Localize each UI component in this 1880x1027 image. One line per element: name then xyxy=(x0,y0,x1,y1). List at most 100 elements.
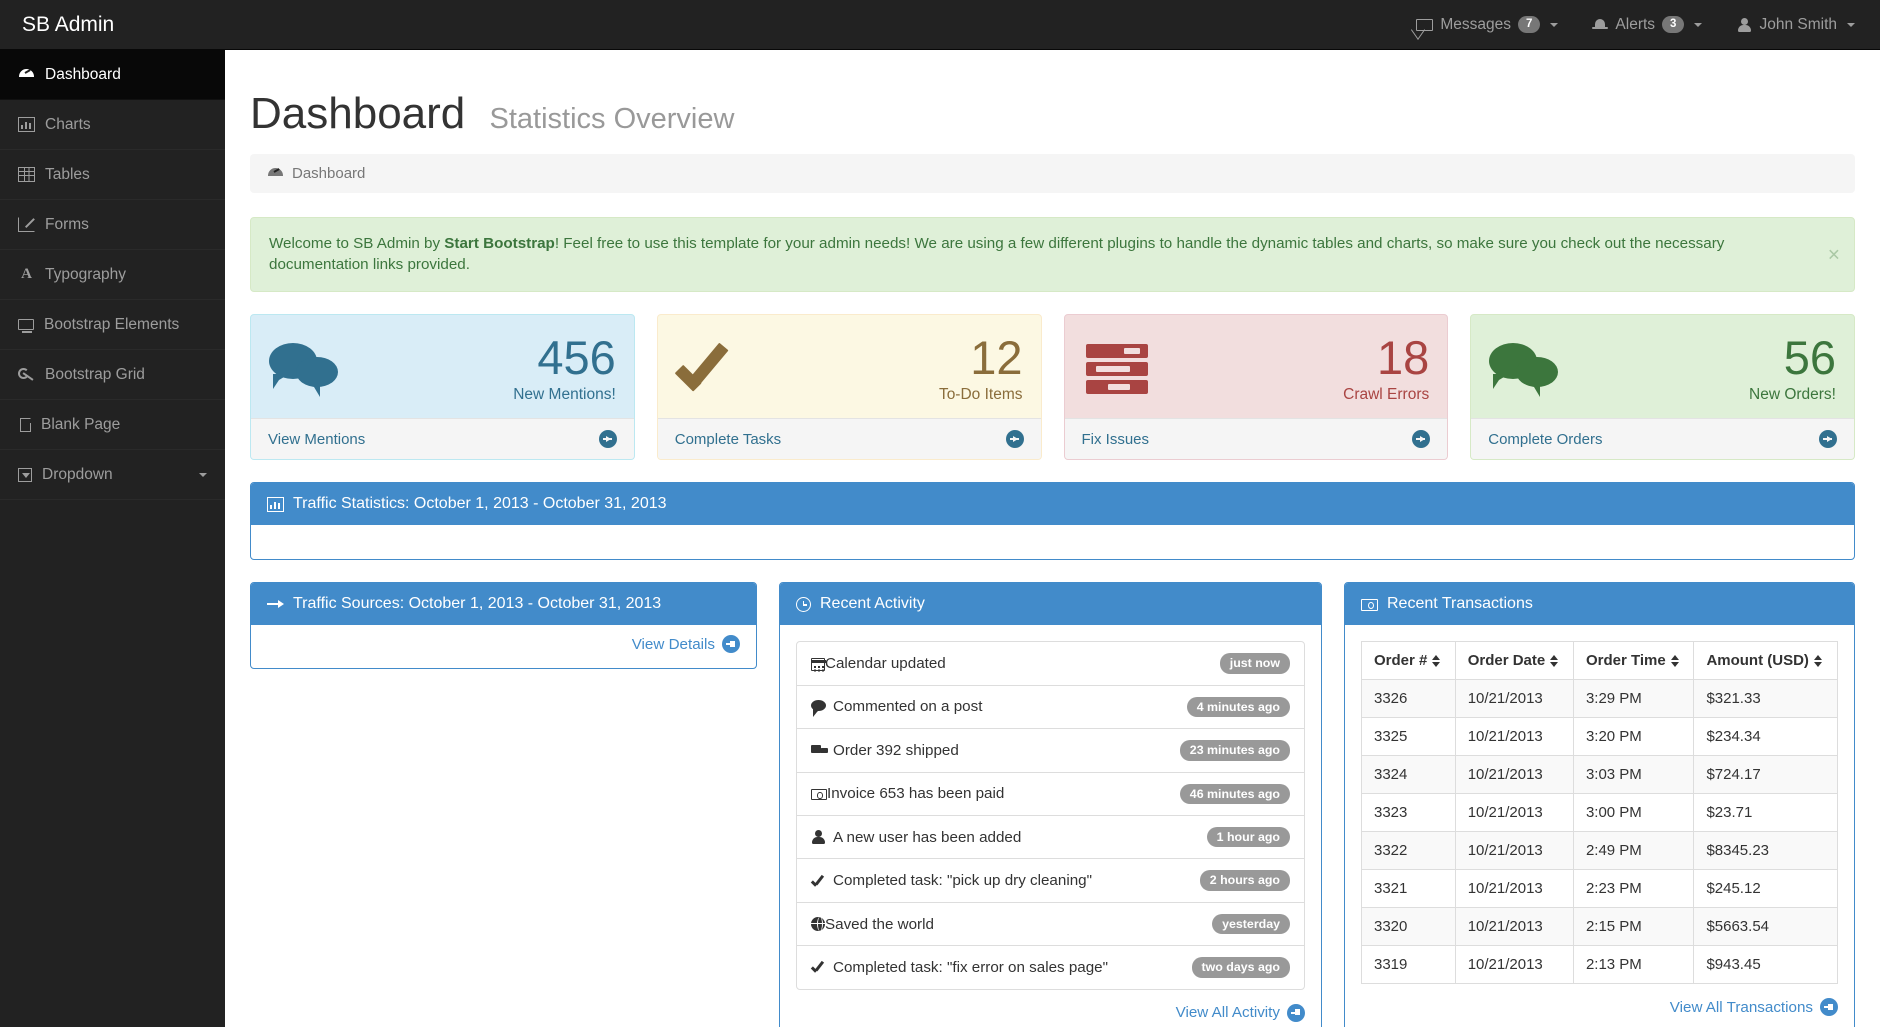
brand-link[interactable]: SB Admin xyxy=(0,0,134,50)
sidebar-item-label: Tables xyxy=(45,165,90,183)
activity-list-item[interactable]: Commented on a post 4 minutes ago xyxy=(797,686,1304,730)
activity-time-badge: 46 minutes ago xyxy=(1179,783,1290,804)
traffic-statistics-header: Traffic Statistics: October 1, 2013 - Oc… xyxy=(251,483,1854,526)
stat-value: 18 xyxy=(1376,331,1430,385)
sidebar-item-tables[interactable]: Tables xyxy=(0,150,225,200)
activity-list-item[interactable]: Completed task: "pick up dry cleaning" 2 … xyxy=(797,859,1304,903)
table-cell: 10/21/2013 xyxy=(1454,755,1574,795)
stat-footer-label: Complete Orders xyxy=(1488,430,1603,448)
sidebar-item-typography[interactable]: A Typography xyxy=(0,250,225,300)
caret-square-down-icon xyxy=(18,467,32,482)
activity-list-item[interactable]: Order 392 shipped 23 minutes ago xyxy=(797,729,1304,773)
view-all-activity-link[interactable]: View All Activity xyxy=(1175,1003,1305,1022)
alerts-label: Alerts xyxy=(1615,15,1656,33)
close-icon[interactable]: × xyxy=(1828,244,1840,265)
table-cell: 2:49 PM xyxy=(1572,831,1695,871)
stat-footer-label: Complete Tasks xyxy=(674,430,782,448)
activity-time-badge: 23 minutes ago xyxy=(1179,740,1290,761)
table-column-header[interactable]: Order Date xyxy=(1454,641,1574,681)
pencil-square-icon xyxy=(18,217,35,232)
stat-panel-footer-link[interactable]: Complete Tasks xyxy=(657,418,1041,460)
traffic-sources-header: Traffic Sources: October 1, 2013 - Octob… xyxy=(251,583,756,626)
table-column-header[interactable]: Order Time xyxy=(1572,641,1695,681)
table-cell: $8345.23 xyxy=(1693,831,1838,871)
breadcrumb: Dashboard xyxy=(250,154,1855,193)
activity-list-item[interactable]: Saved the world yesterday xyxy=(797,903,1304,947)
sidebar-item-label: Bootstrap Grid xyxy=(45,365,145,383)
activity-list-item[interactable]: A new user has been added 1 hour ago xyxy=(797,816,1304,860)
sidebar: Dashboard Charts Tables Forms A Typography Boo… xyxy=(0,50,225,1027)
stat-value: 456 xyxy=(537,331,616,385)
sidebar-item-dashboard[interactable]: Dashboard xyxy=(0,50,225,100)
activity-time-badge: 2 hours ago xyxy=(1199,870,1290,891)
activity-text: Calendar updated xyxy=(825,655,946,673)
alerts-dropdown[interactable]: Alerts 3 xyxy=(1575,0,1719,50)
stat-panel-icon-wrap xyxy=(269,341,359,397)
traffic-statistics-chart-area xyxy=(251,525,1854,559)
traffic-sources-title: Traffic Sources: October 1, 2013 - Octob… xyxy=(293,595,662,613)
stat-value: 56 xyxy=(1783,331,1836,385)
stat-panel-to-do-items[interactable]: 12 To-Do Items Complete Tasks xyxy=(656,314,1042,461)
recent-activity-header: Recent Activity xyxy=(780,583,1321,626)
stat-panel-new-orders[interactable]: 56 New Orders! Complete Orders xyxy=(1470,314,1855,461)
activity-time-badge: 4 minutes ago xyxy=(1186,696,1290,718)
stat-panels-row: 456 New Mentions! View Mentions 12 To-Do Ite… xyxy=(250,314,1855,461)
table-row: 3321 10/21/2013 2:23 PM $245.12 xyxy=(1361,869,1838,909)
activity-list-item[interactable]: Completed task: "fix error on sales page… xyxy=(797,946,1304,988)
stat-panel-new-mentions[interactable]: 456 New Mentions! View Mentions xyxy=(250,314,635,461)
table-cell: 3325 xyxy=(1361,717,1456,757)
sidebar-item-bootstrap-grid[interactable]: Bootstrap Grid xyxy=(0,350,225,400)
stat-panel-crawl-errors[interactable]: 18 Crawl Errors Fix Issues xyxy=(1063,314,1449,461)
activity-list-item[interactable]: Calendar updated just now xyxy=(797,642,1304,686)
table-cell: 10/21/2013 xyxy=(1454,717,1574,757)
recent-activity-panel: Recent Activity Calendar updated just now… xyxy=(779,582,1322,1027)
sidebar-item-label: Bootstrap Elements xyxy=(44,315,180,333)
table-cell: $724.17 xyxy=(1693,755,1838,795)
user-dropdown[interactable]: John Smith xyxy=(1719,0,1872,50)
bottom-row: Traffic Sources: October 1, 2013 - Octob… xyxy=(250,582,1855,1027)
sidebar-item-blank-page[interactable]: Blank Page xyxy=(0,400,225,450)
stat-panel-footer-link[interactable]: Fix Issues xyxy=(1064,418,1448,460)
view-all-activity-label: View All Activity xyxy=(1175,1004,1280,1022)
table-cell: $321.33 xyxy=(1693,679,1838,719)
sort-icon xyxy=(1670,655,1680,668)
sidebar-item-forms[interactable]: Forms xyxy=(0,200,225,250)
messages-dropdown[interactable]: Messages 7 xyxy=(1399,0,1575,50)
traffic-sources-panel: Traffic Sources: October 1, 2013 - Octob… xyxy=(250,582,757,669)
sidebar-item-bootstrap-elements[interactable]: Bootstrap Elements xyxy=(0,300,225,350)
activity-text: Completed task: "pick up dry cleaning" xyxy=(833,872,1092,890)
view-all-transactions-label: View All Transactions xyxy=(1669,998,1813,1016)
table-cell: 10/21/2013 xyxy=(1454,945,1574,985)
bar-chart-icon xyxy=(18,117,35,132)
dashboard-gauge-icon xyxy=(267,166,284,181)
sidebar-item-label: Dropdown xyxy=(42,465,113,483)
activity-list: Calendar updated just now Commented on a p… xyxy=(796,641,1305,990)
user-icon xyxy=(1736,17,1752,32)
view-details-link[interactable]: View Details xyxy=(632,635,740,654)
stat-panel-values: 18 Crawl Errors xyxy=(1173,331,1430,404)
stat-footer-label: View Mentions xyxy=(268,430,366,448)
table-column-header[interactable]: Order # xyxy=(1361,641,1456,681)
font-icon: A xyxy=(21,266,32,282)
recent-transactions-body: Order # Order Date Order Time Amount (USD) … xyxy=(1345,625,1854,1027)
activity-text: Commented on a post xyxy=(833,698,983,716)
table-row: 3326 10/21/2013 3:29 PM $321.33 xyxy=(1361,679,1838,719)
sidebar-item-charts[interactable]: Charts xyxy=(0,100,225,150)
stat-panel-footer-link[interactable]: Complete Orders xyxy=(1471,418,1854,460)
sidebar-item-dropdown[interactable]: Dropdown xyxy=(0,450,225,500)
activity-text: Order 392 shipped xyxy=(833,741,959,759)
page-header: Dashboard Statistics Overview xyxy=(250,92,1855,136)
top-navbar: SB Admin Messages 7 Alerts 3 John Smith xyxy=(0,0,1880,50)
table-cell: $5663.54 xyxy=(1693,907,1838,947)
stat-panel-body: 18 Crawl Errors xyxy=(1065,315,1448,418)
activity-text: A new user has been added xyxy=(833,828,1022,846)
breadcrumb-item-dashboard[interactable]: Dashboard xyxy=(292,165,365,182)
table-cell: 2:13 PM xyxy=(1572,945,1695,985)
activity-list-item[interactable]: Invoice 653 has been paid 46 minutes ago xyxy=(797,773,1304,816)
activity-time-badge: two days ago xyxy=(1191,957,1290,978)
view-all-transactions-link[interactable]: View All Transactions xyxy=(1669,998,1838,1017)
stat-label: New Mentions! xyxy=(513,386,616,404)
stat-panel-footer-link[interactable]: View Mentions xyxy=(251,418,634,460)
table-column-header[interactable]: Amount (USD) xyxy=(1693,641,1838,681)
check-icon xyxy=(811,959,833,975)
